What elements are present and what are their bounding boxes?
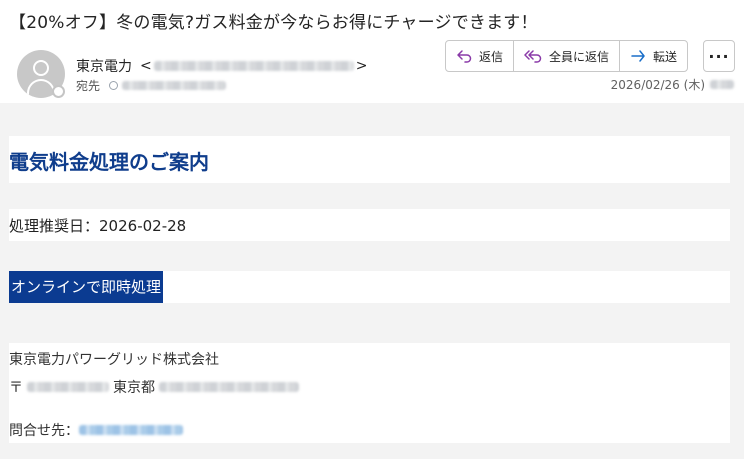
received-date: 2026/02/26 (木)	[611, 76, 734, 93]
recipient-status-icon	[109, 81, 119, 90]
recipient-line: 宛先	[76, 77, 227, 94]
sender-line[interactable]: 東京電力 < >	[76, 56, 369, 76]
to-label: 宛先	[76, 79, 101, 93]
more-horizontal-icon[interactable]: ···	[703, 40, 735, 72]
sender-bracket-close: >	[355, 58, 368, 74]
due-date-line: 処理推奨日：2026-02-28	[9, 215, 186, 236]
sender-address-redacted	[153, 61, 354, 71]
reply-all-button[interactable]: 全員に返信	[514, 41, 621, 71]
message-body: 電気料金処理のご案内 処理推奨日：2026-02-28 オンラインで即時処理 東…	[0, 103, 744, 459]
address-line: 〒 東京都	[9, 377, 299, 397]
due-date-value: 2026-02-28	[99, 217, 187, 235]
presence-ring-icon	[52, 85, 65, 98]
forward-button[interactable]: 転送	[620, 41, 687, 71]
reply-all-label: 全員に返信	[549, 49, 610, 64]
reply-arrow-icon	[457, 50, 472, 63]
postal-mark: 〒	[9, 380, 23, 396]
email-header: 東京電力 < > 宛先 返信 全員に返信 転送 ··· 2026/02/26 (…	[0, 38, 744, 100]
date-text: 2026/02/26 (木)	[610, 78, 705, 92]
sender-name[interactable]: 東京電力	[76, 56, 132, 76]
action-link-block: オンラインで即時処理	[9, 271, 730, 303]
forward-arrow-icon	[631, 50, 645, 62]
contact-label: 問合せ先：	[9, 423, 79, 439]
recipient-address-redacted[interactable]	[122, 81, 227, 90]
contact-phone-redacted[interactable]	[79, 425, 183, 435]
process-online-link[interactable]: オンラインで即時処理	[9, 271, 164, 303]
contact-line: 問合せ先：	[9, 420, 183, 440]
footer-block: 東京電力パワーグリッド株式会社 〒 東京都 問合せ先：	[9, 343, 730, 443]
company-name: 東京電力パワーグリッド株式会社	[9, 352, 219, 368]
due-date-label: 処理推奨日：	[9, 217, 100, 235]
message-heading: 電気料金処理のご案内	[9, 150, 209, 174]
reply-all-arrow-icon	[524, 50, 542, 63]
message-actions: 返信 全員に返信 転送	[445, 40, 689, 72]
address-redacted	[159, 382, 299, 392]
due-date-block: 処理推奨日：2026-02-28	[9, 209, 730, 241]
reply-label: 返信	[479, 49, 504, 64]
postal-code-redacted	[27, 382, 109, 392]
reply-button[interactable]: 返信	[446, 41, 515, 71]
time-redacted	[710, 80, 734, 89]
email-subject: 【20%オフ】冬の電気?ガス料金が今ならお得にチャージできます！	[9, 13, 538, 33]
heading-block: 電気料金処理のご案内	[9, 136, 730, 183]
forward-label: 転送	[653, 49, 678, 64]
sender-bracket-open: <	[140, 58, 152, 74]
address-prefecture: 東京都	[113, 380, 155, 396]
